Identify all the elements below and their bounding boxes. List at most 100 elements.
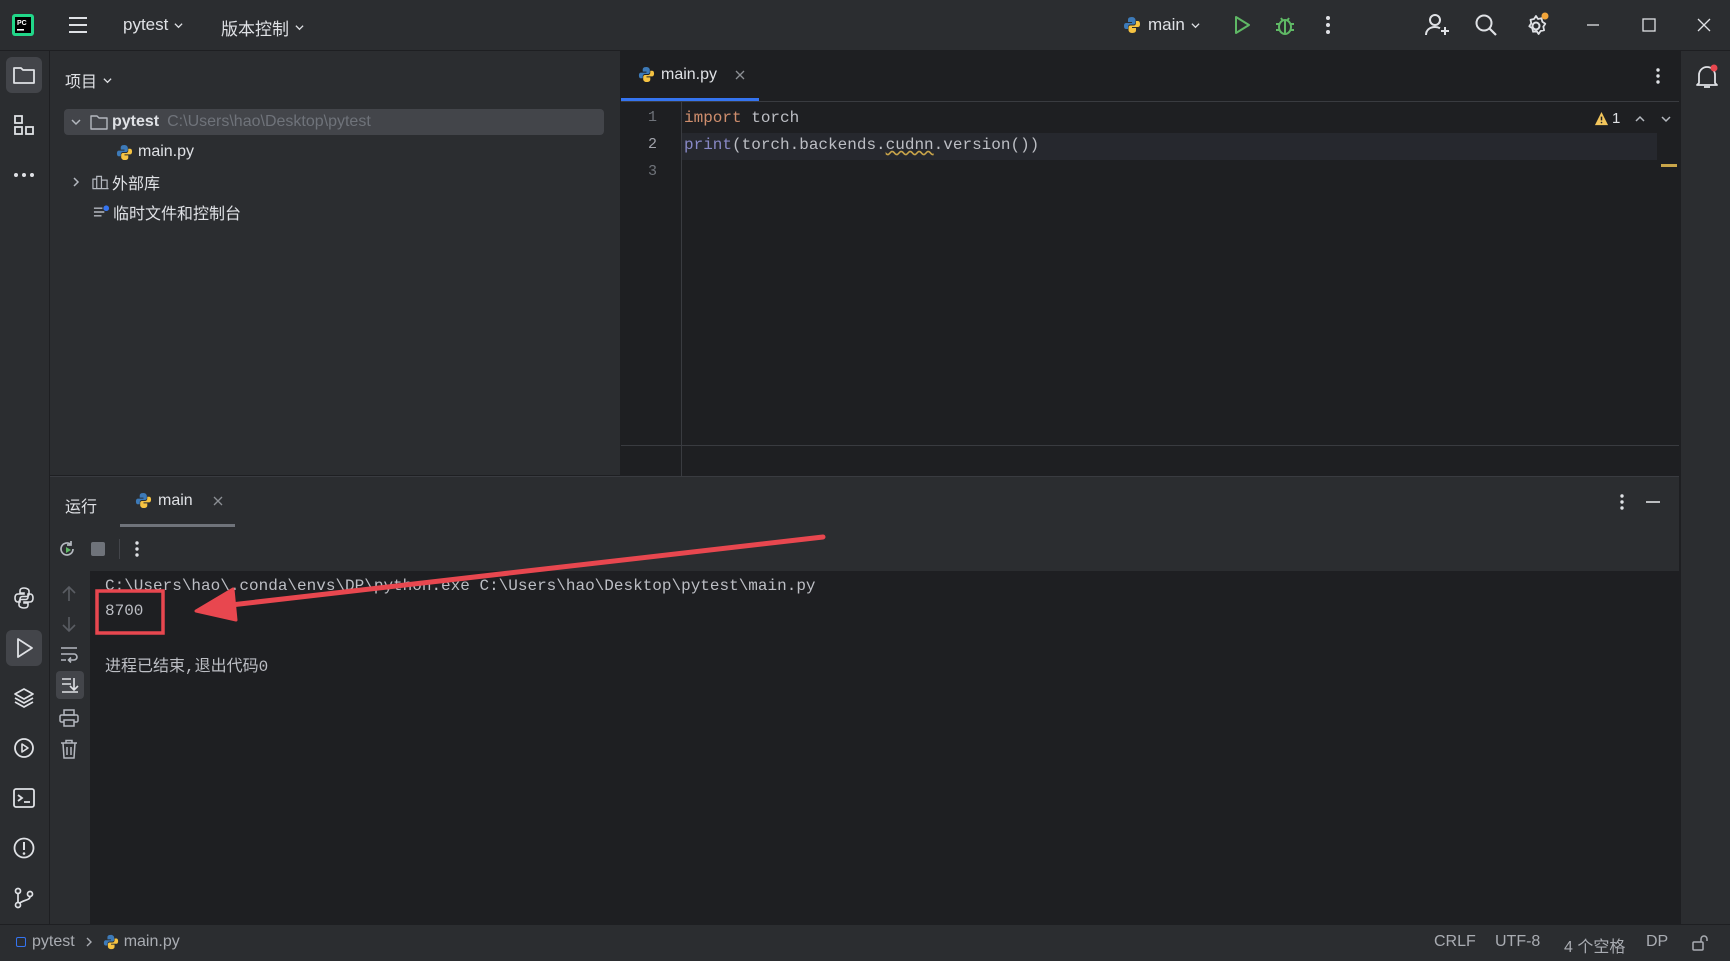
breadcrumb: pytest main.py — [16, 933, 180, 951]
terminal-tool-button[interactable] — [6, 780, 42, 816]
editor-tab-main-py[interactable]: main.py — [621, 51, 759, 101]
more-horizontal-icon — [14, 173, 34, 177]
tree-item-scratches-consoles[interactable]: 临时文件和控制台 — [93, 199, 241, 225]
tree-item-external-libraries[interactable]: 外部库 — [70, 169, 160, 195]
line-number-gutter: 1 2 3 — [621, 102, 682, 496]
run-tab-main[interactable]: main — [120, 477, 235, 527]
close-tab-icon[interactable] — [735, 70, 745, 80]
project-selector[interactable]: pytest — [123, 15, 183, 35]
run-config-selector[interactable]: main — [1123, 15, 1200, 35]
title-bar: PC pytest 版本控制 main — [0, 0, 1730, 51]
python-file-icon — [103, 934, 118, 950]
debug-icon[interactable] — [1274, 13, 1296, 37]
tree-item-label: 外部库 — [112, 176, 161, 193]
project-tool-button[interactable] — [6, 57, 42, 93]
tree-root-pytest[interactable]: pytest C:\Users\hao\Desktop\pytest — [64, 109, 604, 135]
print-icon[interactable] — [59, 709, 79, 727]
chevron-down-icon — [103, 77, 112, 83]
warning-count: 1 — [1612, 110, 1621, 127]
line-number: 3 — [647, 163, 657, 180]
search-icon[interactable] — [1474, 13, 1498, 37]
problems-icon — [13, 837, 35, 859]
run-icon[interactable] — [1232, 14, 1252, 36]
tree-item-label: main.py — [138, 143, 195, 160]
hide-panel-icon[interactable] — [1645, 495, 1661, 509]
vcs-selector[interactable]: 版本控制 — [221, 15, 304, 40]
project-name: pytest — [123, 15, 169, 34]
project-panel: 项目 pytest C:\Users\hao\Desktop\pytest ma… — [50, 51, 621, 475]
layers-tool-button[interactable] — [6, 680, 42, 716]
chevron-down-icon[interactable] — [1660, 113, 1672, 125]
root-folder-path: C:\Users\hao\Desktop\pytest — [167, 113, 371, 130]
lock-icon[interactable] — [1691, 934, 1709, 952]
notifications-icon[interactable] — [1695, 64, 1719, 90]
code-line-2[interactable]: print(torch.backends.cudnn.version()) — [684, 136, 1039, 154]
trash-icon[interactable] — [60, 739, 78, 759]
settings-icon[interactable] — [1524, 12, 1550, 38]
folder-icon — [13, 67, 35, 84]
module-icon — [16, 937, 26, 947]
python-console-button[interactable] — [6, 580, 42, 616]
python-console-icon — [14, 587, 34, 609]
console-line-exit[interactable]: 进程已结束,退出代码0 — [105, 652, 268, 676]
run-tab-label: main — [158, 491, 193, 509]
encoding-widget[interactable]: UTF-8 — [1495, 933, 1540, 951]
structure-tool-button[interactable] — [6, 107, 42, 143]
code-text: .version()) — [933, 136, 1040, 154]
problems-tool-button[interactable] — [6, 830, 42, 866]
breadcrumb-file[interactable]: main.py — [124, 933, 180, 951]
inspection-widget[interactable]: 1 — [1594, 110, 1672, 127]
line-separator-widget[interactable]: CRLF — [1434, 933, 1476, 951]
tree-item-label: 临时文件和控制台 — [113, 206, 242, 223]
editor-area: main.py 1 2 3 import torch print(torch.b… — [621, 51, 1679, 496]
chevron-down-icon — [295, 25, 304, 31]
interpreter-widget[interactable]: DP — [1646, 933, 1668, 951]
run-tool-button[interactable] — [6, 630, 42, 666]
editor-tab-bar: main.py — [621, 51, 1679, 102]
svg-text:PC: PC — [17, 20, 27, 27]
git-tool-button[interactable] — [6, 880, 42, 916]
chevron-right-icon[interactable] — [70, 176, 82, 188]
chevron-down-icon[interactable] — [70, 116, 82, 128]
python-file-icon — [116, 144, 133, 160]
scratches-icon — [93, 205, 110, 217]
add-user-icon[interactable] — [1425, 13, 1451, 37]
more-actions-icon[interactable] — [1320, 14, 1336, 36]
soft-wrap-icon[interactable] — [59, 645, 79, 663]
more-actions-icon[interactable] — [130, 540, 144, 558]
code-line-1[interactable]: import torch — [684, 109, 799, 127]
breadcrumb-project[interactable]: pytest — [32, 933, 75, 951]
run-side-toolbar — [50, 571, 90, 925]
chevron-up-icon[interactable] — [1634, 113, 1646, 125]
pycharm-logo-icon[interactable]: PC — [12, 14, 34, 36]
editor-options-icon[interactable] — [1651, 67, 1665, 85]
main-menu-icon[interactable] — [67, 15, 89, 35]
rerun-icon[interactable] — [57, 539, 77, 559]
builtin-print: print — [684, 136, 733, 154]
line-number: 1 — [647, 109, 657, 126]
services-tool-button[interactable] — [6, 730, 42, 766]
left-tool-stripe — [0, 51, 50, 924]
run-panel-options-icon[interactable] — [1615, 493, 1629, 511]
warning-stripe-marker[interactable] — [1661, 164, 1677, 167]
tree-item-main-py[interactable]: main.py — [116, 139, 194, 165]
close-tab-icon[interactable] — [213, 496, 223, 506]
project-panel-title: 项目 — [65, 74, 98, 91]
git-branch-icon — [14, 887, 34, 909]
stop-icon[interactable] — [91, 542, 105, 556]
right-tool-stripe — [1680, 51, 1730, 924]
minimize-icon[interactable] — [1585, 17, 1601, 33]
console-line-result[interactable]: 8700 — [105, 602, 143, 620]
maximize-icon[interactable] — [1641, 17, 1657, 33]
arrow-up-icon[interactable] — [60, 585, 78, 603]
more-tools-button[interactable] — [6, 157, 42, 193]
chevron-down-icon — [174, 22, 183, 28]
toolbar-separator — [119, 539, 120, 559]
close-window-icon[interactable] — [1696, 17, 1712, 33]
indent-widget[interactable]: 4 个空格 — [1564, 933, 1625, 957]
scroll-to-end-button[interactable] — [56, 671, 84, 699]
arrow-down-icon[interactable] — [60, 615, 78, 633]
project-view-selector[interactable]: 项目 — [65, 68, 112, 92]
console-line-command[interactable]: C:\Users\hao\.conda\envs\DP\python.exe C… — [105, 577, 816, 595]
status-bar: pytest main.py CRLF UTF-8 4 个空格 DP — [0, 924, 1730, 961]
